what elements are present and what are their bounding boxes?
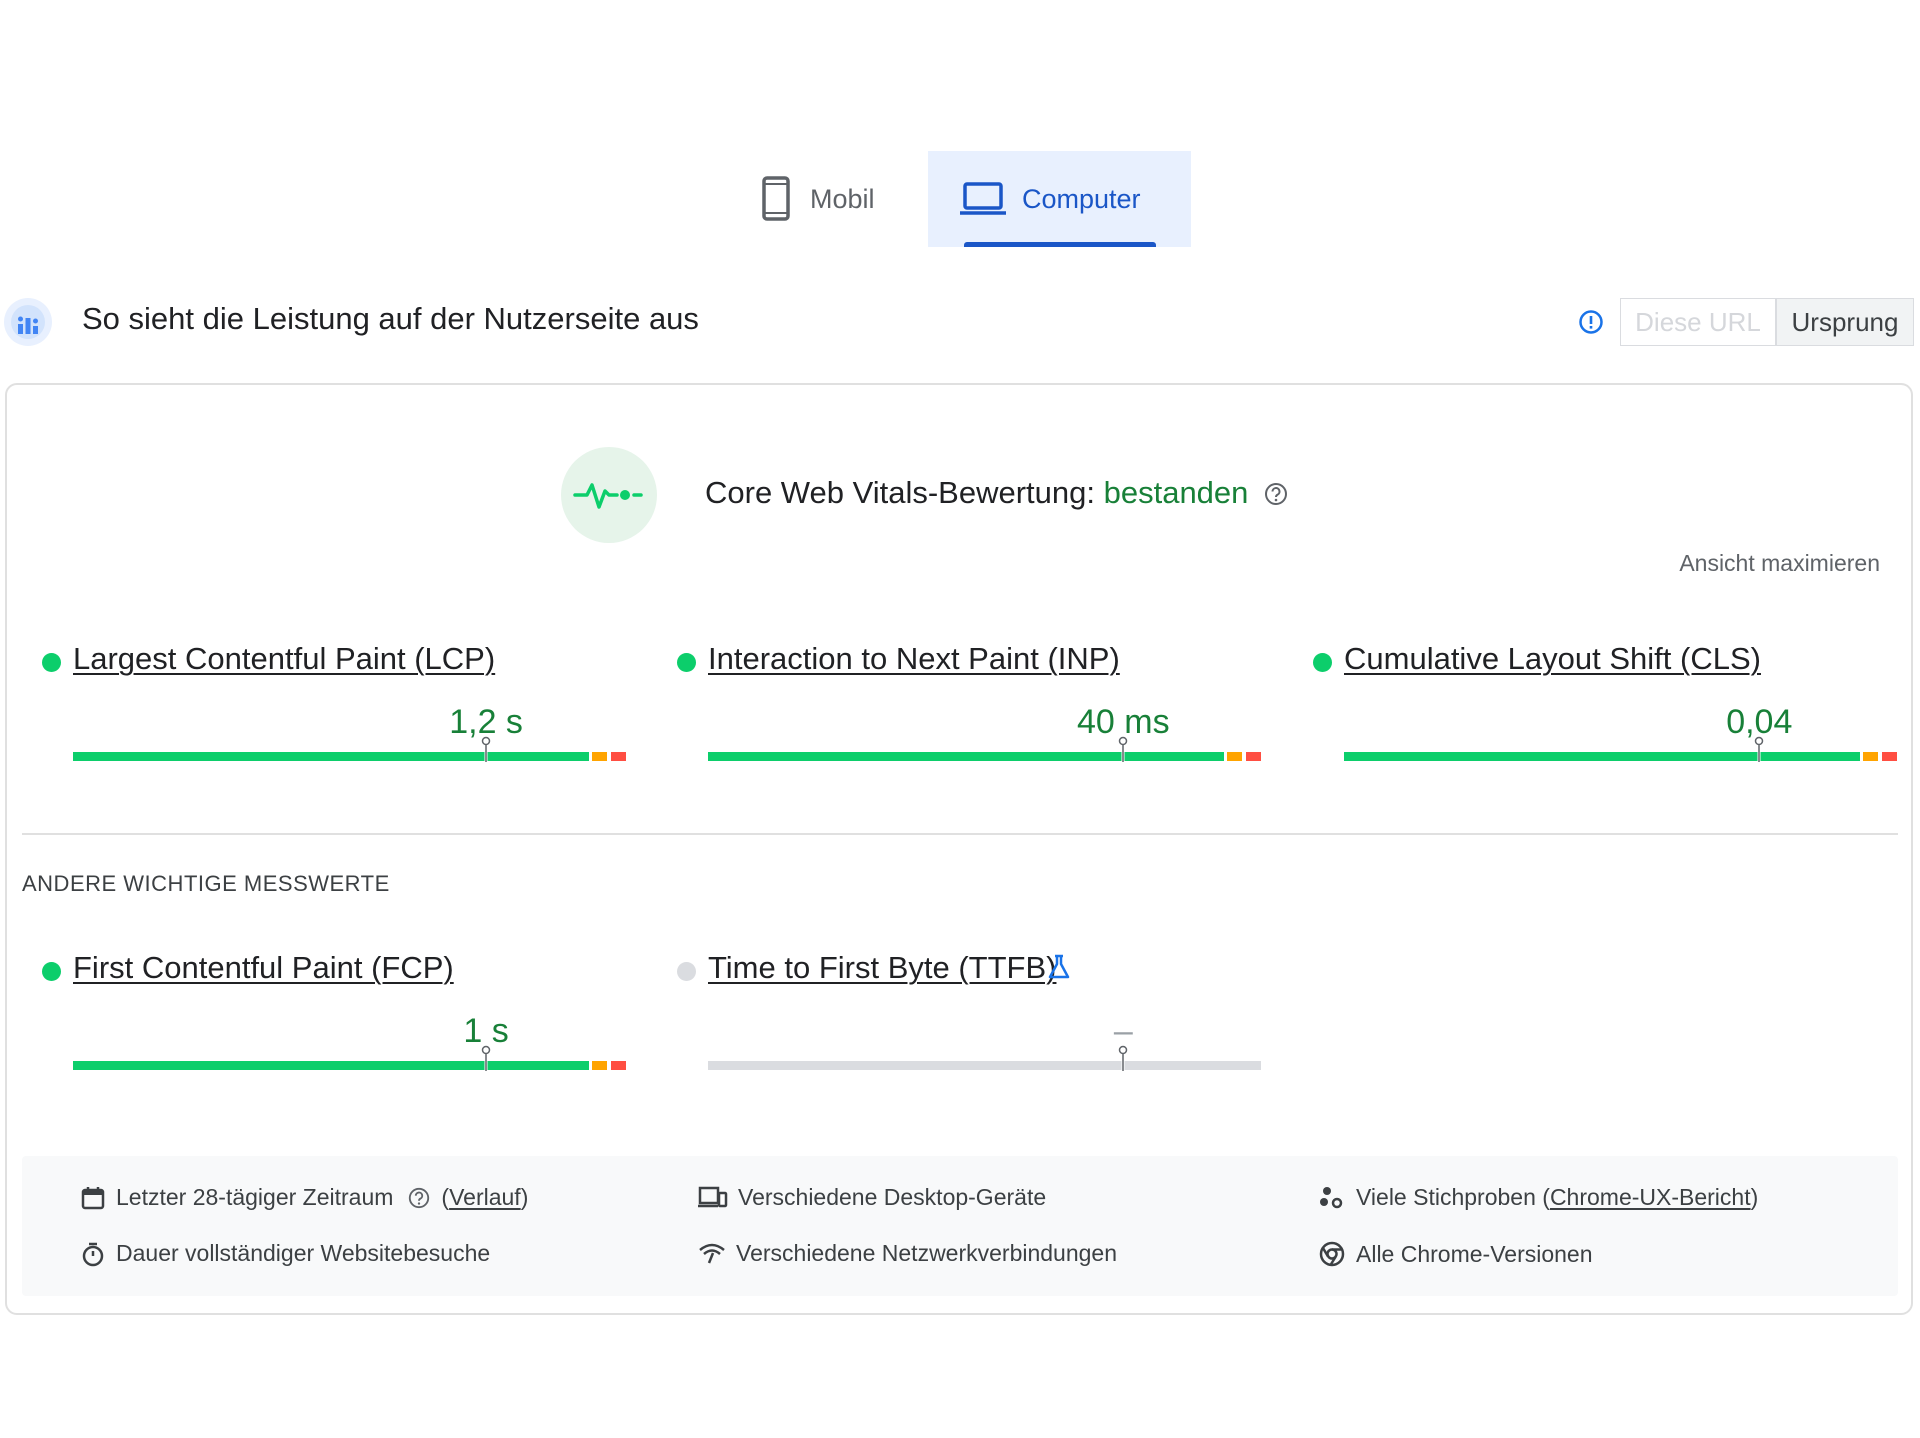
footer-samples-text: Viele Stichproben	[1356, 1184, 1536, 1210]
p75-marker-icon	[1755, 736, 1764, 762]
p75-marker-icon	[1119, 736, 1128, 762]
info-icon[interactable]	[1578, 309, 1604, 335]
footer-visits: Dauer vollständiger Websitebesuche	[80, 1240, 490, 1267]
tab-mobile[interactable]: Mobil	[760, 151, 928, 247]
tab-desktop-label: Computer	[1022, 183, 1141, 214]
section-divider	[22, 833, 1898, 835]
distribution-segment	[610, 1061, 626, 1070]
metric-status-dot	[677, 962, 696, 981]
tab-mobile-label: Mobil	[810, 183, 875, 214]
distribution-segment	[708, 752, 1224, 761]
distribution-segment	[591, 1061, 608, 1070]
p75-marker-icon	[481, 736, 491, 762]
other-metrics-heading: ANDERE WICHTIGE MESSWERTE	[22, 871, 390, 896]
samples-icon	[1320, 1186, 1343, 1208]
help-icon[interactable]	[407, 1186, 431, 1210]
distribution-segment	[1344, 752, 1860, 761]
network-icon	[699, 1243, 725, 1263]
footer-visits-text: Dauer vollständiger Websitebesuche	[116, 1240, 491, 1266]
scope-origin-button[interactable]: Ursprung	[1776, 298, 1914, 346]
crux-logo-icon	[4, 298, 52, 346]
vitals-assessment-status: bestanden	[1103, 475, 1249, 510]
laptop-icon	[960, 182, 1006, 215]
distribution-segment	[1862, 752, 1879, 761]
tab-active-indicator	[964, 242, 1156, 247]
flask-icon	[1048, 954, 1070, 979]
metric-distribution-bar	[708, 736, 1261, 762]
footer-network: Verschiedene Netzwerkverbindungen	[698, 1240, 1117, 1267]
data-info-footer: Letzter 28-tägiger Zeitraum (Verlauf) Da…	[22, 1156, 1898, 1296]
stopwatch-icon	[82, 1242, 104, 1266]
metric-status-dot	[42, 962, 61, 981]
footer-versions-text: Alle Chrome-Versionen	[1356, 1240, 1593, 1267]
phone-icon	[762, 176, 790, 221]
distribution-segment	[73, 1061, 589, 1070]
scope-url-button[interactable]: Diese URL	[1620, 298, 1776, 346]
footer-devices: Verschiedene Desktop-Geräte	[698, 1184, 1046, 1211]
distribution-segment	[1245, 752, 1261, 761]
crux-report-link[interactable]: Chrome-UX-Bericht	[1550, 1184, 1751, 1211]
distribution-segment	[610, 752, 626, 761]
footer-network-text: Verschiedene Netzwerkverbindungen	[736, 1240, 1118, 1266]
chrome-icon	[1319, 1241, 1345, 1267]
distribution-segment	[708, 1061, 1261, 1070]
distribution-segment	[1881, 752, 1897, 761]
history-link[interactable]: Verlauf	[449, 1184, 521, 1211]
metric-name-link[interactable]: Time to First Byte (TTFB)	[708, 950, 1056, 986]
metric-status-dot	[42, 653, 61, 672]
metric-distribution-bar	[73, 736, 626, 762]
footer-period-text: Letzter 28-tägiger Zeitraum	[116, 1184, 394, 1210]
footer-devices-text: Verschiedene Desktop-Geräte	[738, 1184, 1047, 1210]
tab-desktop[interactable]: Computer	[928, 151, 1191, 247]
vitals-assessment: Core Web Vitals-Bewertung: bestanden	[705, 475, 1289, 511]
metric-name-link[interactable]: Interaction to Next Paint (INP)	[708, 641, 1120, 677]
footer-samples: Viele Stichproben (Chrome-UX-Bericht)	[1318, 1184, 1758, 1211]
metric-distribution-bar	[708, 1045, 1261, 1071]
footer-period: Letzter 28-tägiger Zeitraum (Verlauf)	[80, 1184, 528, 1211]
metric-status-dot	[1313, 653, 1332, 672]
vitals-assessment-title: Core Web Vitals-Bewertung:	[705, 475, 1095, 510]
metric-name-link[interactable]: Largest Contentful Paint (LCP)	[73, 641, 495, 677]
distribution-segment	[1226, 752, 1243, 761]
distribution-segment	[73, 752, 589, 761]
footer-versions: Alle Chrome-Versionen	[1318, 1240, 1593, 1268]
metric-name-link[interactable]: First Contentful Paint (FCP)	[73, 950, 454, 986]
metric-distribution-bar	[73, 1045, 626, 1071]
maximize-view-button[interactable]: Ansicht maximieren	[1600, 550, 1880, 577]
vitals-badge	[561, 447, 657, 543]
calendar-icon	[81, 1186, 105, 1209]
devices-icon	[698, 1186, 728, 1207]
metric-distribution-bar	[1344, 736, 1897, 762]
page-title: So sieht die Leistung auf der Nutzerseit…	[82, 301, 699, 336]
metric-status-dot	[677, 653, 696, 672]
p75-marker-icon	[481, 1045, 491, 1071]
p75-marker-icon	[1119, 1045, 1128, 1071]
help-icon[interactable]	[1263, 481, 1289, 507]
metric-name-link[interactable]: Cumulative Layout Shift (CLS)	[1344, 641, 1761, 677]
pulse-icon	[573, 483, 643, 509]
distribution-segment	[591, 752, 608, 761]
